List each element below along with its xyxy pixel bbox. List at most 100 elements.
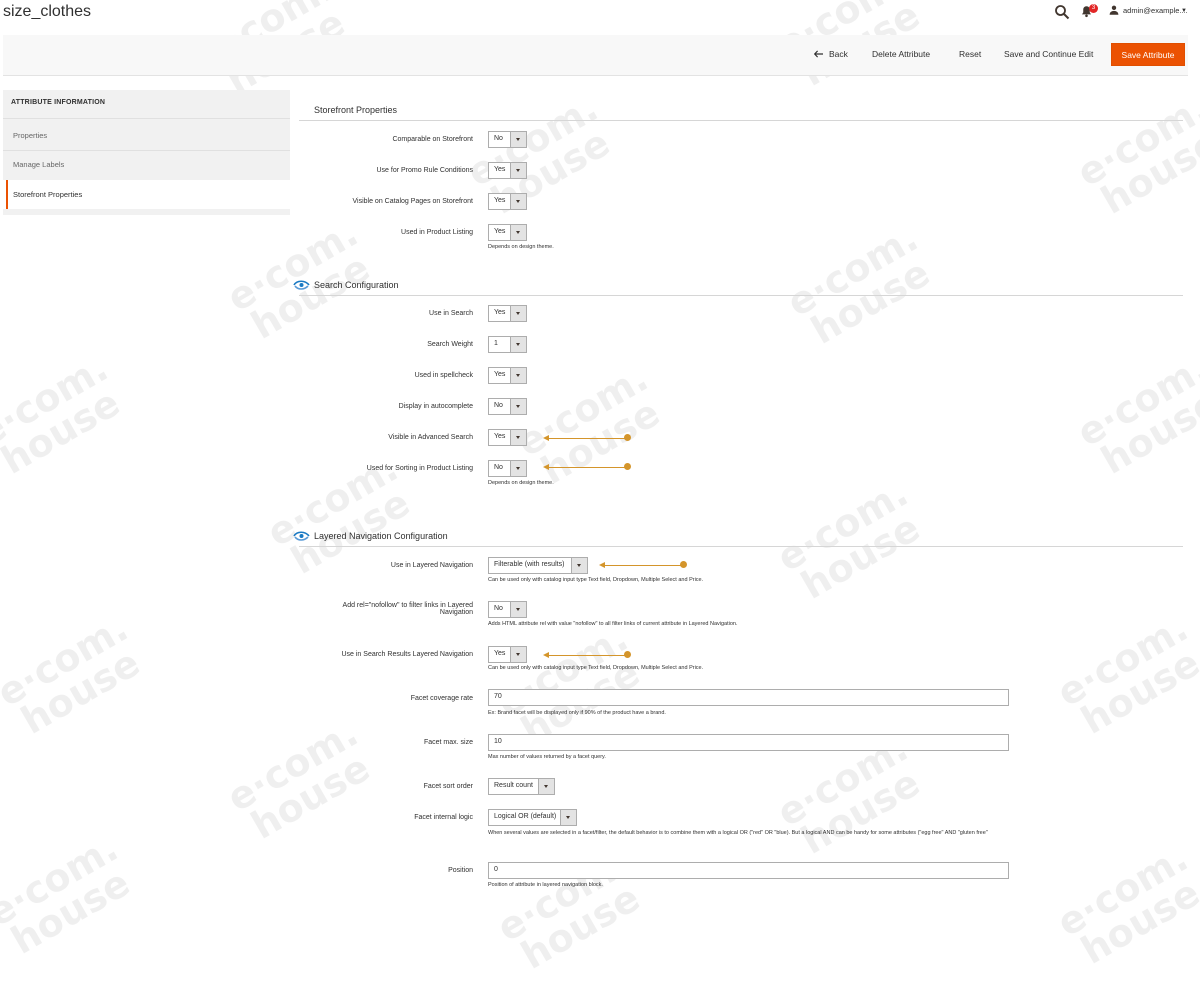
used-in-spellcheck-select[interactable]: Yes xyxy=(488,367,527,384)
chevron-down-icon xyxy=(510,461,526,476)
field-label: Used in spellcheck xyxy=(414,372,473,379)
watermark-line: e·com. xyxy=(459,85,606,196)
watermark-logo: e·com.house xyxy=(0,345,131,483)
sidebar-item-manage-labels[interactable]: Manage Labels xyxy=(13,160,64,169)
watermark-line: house xyxy=(243,745,378,848)
reset-button[interactable]: Reset xyxy=(959,49,981,59)
chevron-down-icon xyxy=(510,225,526,240)
watermark-line: e·com. xyxy=(1049,605,1196,716)
delete-attribute-button[interactable]: Delete Attribute xyxy=(872,49,930,59)
annotation-arrow xyxy=(599,561,687,569)
chevron-down-icon xyxy=(510,132,526,147)
watermark-line: e·com. xyxy=(0,345,116,456)
watermark-logo: e·com.house xyxy=(459,85,622,223)
chevron-down-icon xyxy=(538,779,554,794)
field-label: Visible in Advanced Search xyxy=(388,434,473,441)
facet-sort-order-select[interactable]: Result count xyxy=(488,778,555,795)
watermark-line: e·com. xyxy=(779,215,926,326)
watermark-logo: e·com.house xyxy=(0,605,151,743)
watermark-line: house xyxy=(1073,640,1200,743)
field-label: Use for Promo Rule Conditions xyxy=(376,167,474,174)
field-note: Max number of values returned by a facet… xyxy=(488,754,606,760)
field-label: Used for Sorting in Product Listing xyxy=(366,465,473,472)
field-label: Facet sort order xyxy=(423,783,473,790)
visible-on-catalog-select[interactable]: Yes xyxy=(488,193,527,210)
watermark-line: e·com. xyxy=(1069,85,1200,196)
field-label: Display in autocomplete xyxy=(398,403,473,410)
watermark-logo: e·com.house xyxy=(1070,346,1200,483)
comparable-on-storefront-select[interactable]: No xyxy=(488,131,527,148)
chevron-down-icon xyxy=(510,430,526,445)
watermark-line: e·com. xyxy=(769,470,916,581)
display-in-autocomplete-select[interactable]: No xyxy=(488,398,527,415)
field-note: Ex: Brand facet will be displayed only i… xyxy=(488,710,666,716)
save-and-continue-button[interactable]: Save and Continue Edit xyxy=(1004,49,1093,59)
watermark-line: e·com. xyxy=(1049,835,1196,946)
watermark-line: e·com. xyxy=(509,355,656,466)
promo-rule-conditions-select[interactable]: Yes xyxy=(488,162,527,179)
sidebar-item-storefront-properties[interactable]: Storefront Properties xyxy=(13,190,82,199)
chevron-down-icon xyxy=(510,163,526,178)
watermark-line: house xyxy=(803,250,938,353)
field-note: When several values are selected in a fa… xyxy=(488,830,988,836)
used-in-product-listing-select[interactable]: Yes xyxy=(488,224,527,241)
field-label: Position xyxy=(448,867,473,874)
save-attribute-button[interactable]: Save Attribute xyxy=(1111,43,1185,66)
watermark-line: house xyxy=(3,860,138,963)
facet-internal-logic-select[interactable]: Logical OR (default) xyxy=(488,809,577,826)
user-account-menu[interactable]: admin@example.... xyxy=(1123,6,1188,15)
field-note: Depends on design theme. xyxy=(488,480,554,486)
facet-max-size-input[interactable]: 10 xyxy=(488,734,1009,751)
field-label: Use in Search Results Layered Navigation xyxy=(341,651,473,658)
arrow-left-icon[interactable] xyxy=(814,50,823,58)
watermark-line: house xyxy=(1093,120,1200,223)
field-label: Visible on Catalog Pages on Storefront xyxy=(352,198,473,205)
watermark-logo: e·com.house xyxy=(220,711,382,848)
field-label: Comparable on Storefront xyxy=(392,136,473,143)
field-note: Can be used only with catalog input type… xyxy=(488,577,704,583)
chevron-down-icon xyxy=(510,306,526,321)
facet-coverage-rate-input[interactable]: 70 xyxy=(488,689,1009,706)
annotation-arrow xyxy=(543,434,631,442)
use-in-search-select[interactable]: Yes xyxy=(488,305,527,322)
watermark-logo: e·com.house xyxy=(1069,85,1200,223)
back-button[interactable]: Back xyxy=(829,49,848,59)
chevron-down-icon xyxy=(510,337,526,352)
chevron-down-icon xyxy=(510,368,526,383)
chevron-down-icon xyxy=(560,810,576,825)
watermark-line: e·com. xyxy=(489,840,636,951)
watermark-logo: e·com.house xyxy=(490,616,652,753)
watermark-line: house xyxy=(13,640,148,743)
search-results-layered-navigation-select[interactable]: Yes xyxy=(488,646,527,663)
watermark-line: house xyxy=(1093,380,1200,483)
smile-logo-icon xyxy=(293,280,310,290)
position-input[interactable]: 0 xyxy=(488,862,1009,879)
chevron-down-icon xyxy=(571,558,587,573)
search-weight-select[interactable]: 1 xyxy=(488,336,527,353)
field-note: Depends on design theme. xyxy=(488,244,554,250)
watermark-logo: e·com.house xyxy=(509,355,672,493)
watermark-line: house xyxy=(793,505,928,608)
chevron-down-icon[interactable]: ▼ xyxy=(1181,8,1187,14)
field-label: Use in Layered Navigation xyxy=(390,562,473,569)
use-in-layered-navigation-select[interactable]: Filterable (with results) xyxy=(488,557,588,574)
field-label: Facet max. size xyxy=(423,739,473,746)
watermark-line: house xyxy=(793,760,928,863)
nofollow-select[interactable]: No xyxy=(488,601,527,618)
sidebar-divider xyxy=(3,150,290,151)
watermark-line: e·com. xyxy=(0,605,136,716)
section-title-search: Search Configuration xyxy=(314,280,399,290)
watermark-logo: e·com.house xyxy=(779,215,942,353)
visible-in-advanced-search-select[interactable]: Yes xyxy=(488,429,527,446)
search-icon[interactable] xyxy=(1054,4,1070,20)
chevron-down-icon xyxy=(510,194,526,209)
watermark-line: e·com. xyxy=(0,825,126,936)
user-icon[interactable] xyxy=(1109,5,1119,15)
watermark-logo: e·com.house xyxy=(1049,605,1200,743)
field-label: Use in Search xyxy=(429,310,473,317)
field-label: Facet internal logic xyxy=(414,814,473,821)
chevron-down-icon xyxy=(510,602,526,617)
chevron-down-icon xyxy=(510,399,526,414)
sidebar-item-properties[interactable]: Properties xyxy=(13,131,47,140)
used-for-sorting-select[interactable]: No xyxy=(488,460,527,477)
